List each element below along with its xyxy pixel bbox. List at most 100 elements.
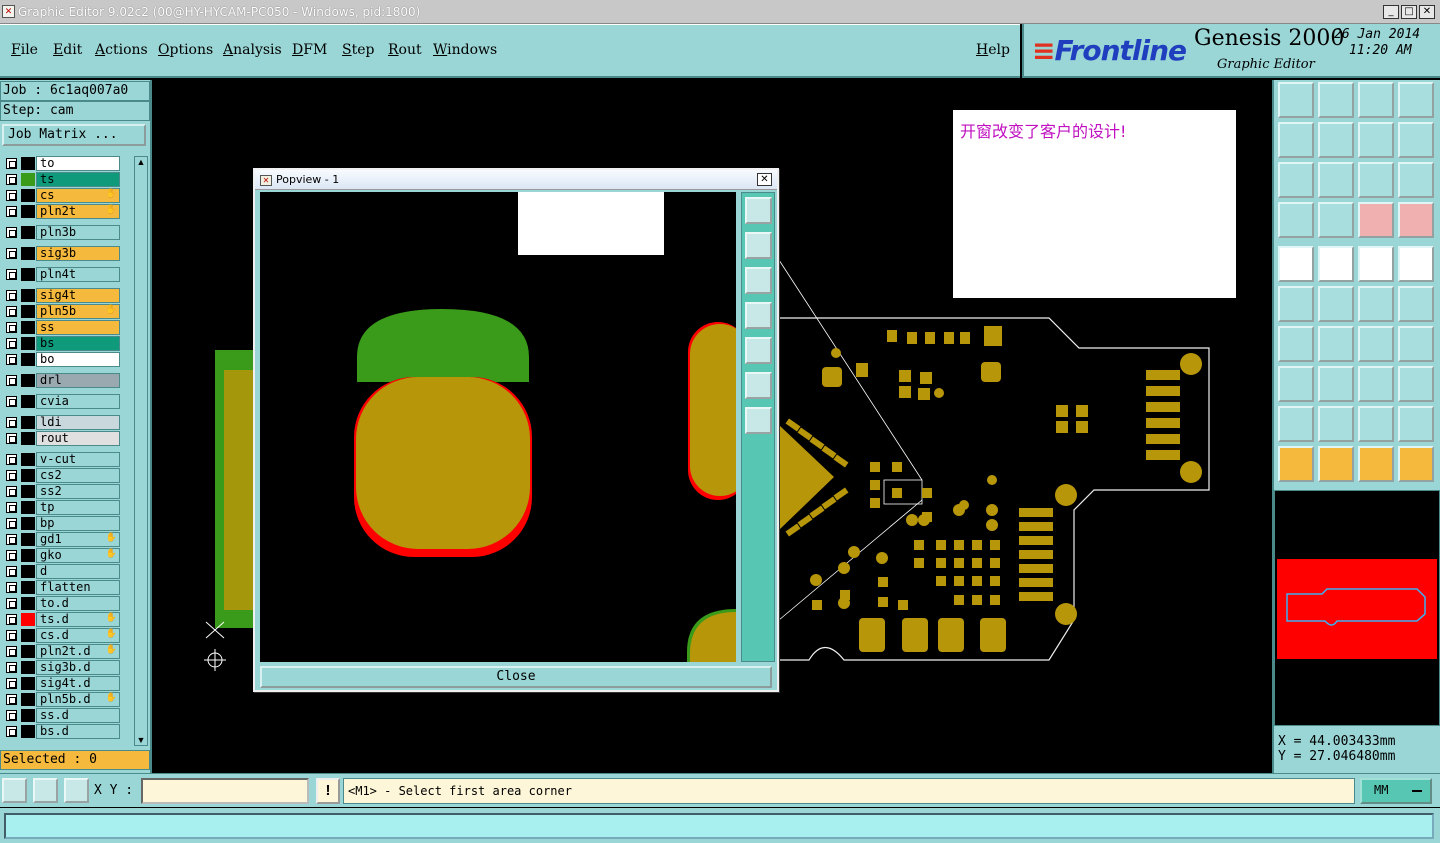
layer-row[interactable]: to.d [2, 596, 120, 611]
popview-pan-down-icon[interactable] [745, 267, 772, 294]
layer-color-swatch[interactable] [21, 501, 35, 514]
popview-pan-left-icon[interactable] [745, 302, 772, 329]
popview-close-icon[interactable]: ✕ [757, 173, 772, 186]
connect-icon[interactable] [1278, 286, 1314, 322]
layer-row[interactable]: cs ✋ [2, 188, 120, 203]
layer-row[interactable]: bs [2, 336, 120, 351]
window-view-icon[interactable] [1398, 82, 1434, 118]
zoom-fit-icon[interactable] [1278, 162, 1314, 198]
layer-row[interactable]: sig3b [2, 246, 120, 261]
layer-color-swatch[interactable] [21, 453, 35, 466]
layer-checkbox[interactable] [6, 433, 17, 444]
layer-color-swatch[interactable] [21, 157, 35, 170]
layer-name[interactable]: pln3b [36, 225, 120, 240]
layer-row[interactable]: pln3b [2, 225, 120, 240]
select-line-icon[interactable] [1318, 246, 1354, 282]
mirror-icon[interactable] [1358, 122, 1394, 158]
zoom-up-icon[interactable] [1278, 82, 1314, 118]
resize-icon[interactable] [1358, 366, 1394, 402]
layer-name[interactable]: bp [36, 516, 120, 531]
split-icon[interactable] [1318, 366, 1354, 402]
layer-checkbox[interactable] [6, 354, 17, 365]
layer-row[interactable]: pln4t [2, 267, 120, 282]
layer-row[interactable]: pln5b.d ✋ [2, 692, 120, 707]
pointer-area-icon[interactable] [1358, 446, 1394, 482]
angle-snap-icon[interactable] [33, 778, 58, 803]
layer-checkbox[interactable] [6, 174, 17, 185]
layer-checkbox[interactable] [6, 614, 17, 625]
layer-name[interactable]: pln4t [36, 267, 120, 282]
scroll-up-icon[interactable]: ▲ [136, 157, 146, 167]
layer-checkbox[interactable] [6, 206, 17, 217]
layer-color-swatch[interactable] [21, 677, 35, 690]
layer-color-swatch[interactable] [21, 469, 35, 482]
menu-dfm[interactable]: DFM [292, 42, 327, 58]
point-icon[interactable] [1398, 246, 1434, 282]
layer-row[interactable]: gko ✋ [2, 548, 120, 563]
layer-checkbox[interactable] [6, 678, 17, 689]
layer-checkbox[interactable] [6, 582, 17, 593]
menu-rout[interactable]: Rout [388, 42, 422, 58]
layer-color-swatch[interactable] [21, 581, 35, 594]
layer-row[interactable]: ts.d ✋ [2, 612, 120, 627]
layer-row[interactable]: sig4t.d [2, 676, 120, 691]
layer-checkbox[interactable] [6, 417, 17, 428]
layer-row[interactable]: sig4t [2, 288, 120, 303]
layer-name[interactable]: bs.d [36, 724, 120, 739]
layer-name[interactable]: tp [36, 500, 120, 515]
layer-compare-icon[interactable] [1358, 202, 1394, 238]
layer-color-swatch[interactable] [21, 565, 35, 578]
layer-row[interactable]: bp [2, 516, 120, 531]
layer-row[interactable]: rout [2, 431, 120, 446]
layer-row[interactable]: ss [2, 320, 120, 335]
layer-checkbox[interactable] [6, 306, 17, 317]
pan-left-icon[interactable] [1278, 122, 1314, 158]
layer-color-swatch[interactable] [21, 533, 35, 546]
pointer-select-icon[interactable] [1318, 446, 1354, 482]
popview-close-button[interactable]: Close [260, 666, 772, 688]
add-line-icon[interactable] [1358, 286, 1394, 322]
layer-color-swatch[interactable] [21, 353, 35, 366]
popview-zoom-in-icon[interactable] [745, 372, 772, 399]
layer-checkbox[interactable] [6, 534, 17, 545]
layer-color-swatch[interactable] [21, 693, 35, 706]
layer-checkbox[interactable] [6, 227, 17, 238]
layer-row[interactable]: cs2 [2, 468, 120, 483]
units-select[interactable]: MM [1360, 778, 1432, 804]
group-icon[interactable] [1398, 366, 1434, 402]
layer-row[interactable]: tp [2, 500, 120, 515]
layer-name[interactable]: ldi [36, 415, 120, 430]
layer-row[interactable]: v-cut [2, 452, 120, 467]
layer-name[interactable]: ts [36, 172, 120, 187]
layer-color-swatch[interactable] [21, 205, 35, 218]
layer-color-swatch[interactable] [21, 725, 35, 738]
layer-row[interactable]: d [2, 564, 120, 579]
minimize-button[interactable]: _ [1383, 5, 1399, 19]
menu-file[interactable]: File [11, 42, 38, 58]
layer-checkbox[interactable] [6, 396, 17, 407]
layer-checkbox[interactable] [6, 375, 17, 386]
layer-color-swatch[interactable] [21, 247, 35, 260]
layer-color-swatch[interactable] [21, 549, 35, 562]
layer-checkbox[interactable] [6, 518, 17, 529]
layer-checkbox[interactable] [6, 726, 17, 737]
layer-checkbox[interactable] [6, 646, 17, 657]
text-icon[interactable] [1398, 326, 1434, 362]
menu-step[interactable]: Step [342, 42, 374, 58]
layer-color-swatch[interactable] [21, 432, 35, 445]
rotate-icon[interactable] [1358, 326, 1394, 362]
cross-icon[interactable] [1318, 286, 1354, 322]
layer-color-swatch[interactable] [21, 645, 35, 658]
layer-compare-2-icon[interactable] [1398, 202, 1434, 238]
layer-name[interactable]: drl [36, 373, 120, 388]
layer-color-swatch[interactable] [21, 709, 35, 722]
menu-windows[interactable]: Windows [433, 42, 497, 58]
layer-checkbox[interactable] [6, 190, 17, 201]
grid-icon[interactable] [1318, 202, 1354, 238]
layer-checkbox[interactable] [6, 566, 17, 577]
layer-name[interactable]: cs2 [36, 468, 120, 483]
close-window-button[interactable]: ✕ [1419, 5, 1435, 19]
popview-zoom-fit-icon[interactable] [745, 197, 772, 224]
arch-icon[interactable] [1358, 406, 1394, 442]
menu-actions[interactable]: Actions [95, 42, 148, 58]
